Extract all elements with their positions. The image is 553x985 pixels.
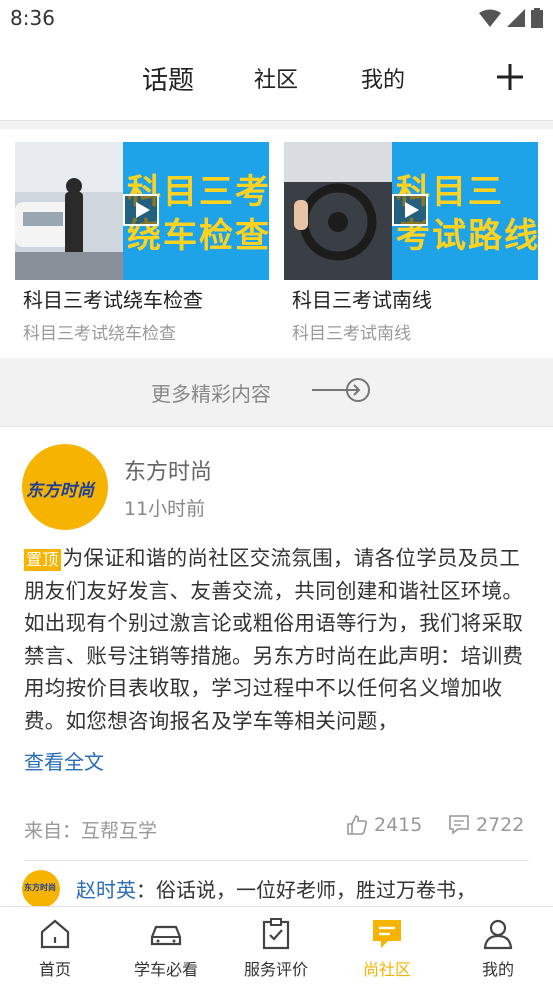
video-title[interactable]: 科目三考试南线 <box>284 284 538 313</box>
video-thumbnail[interactable]: 科目三考 绕车检查 <box>15 142 269 280</box>
person-icon <box>483 919 513 950</box>
reply-text: 赵时英：俗话说，一位好老师，胜过万卷书， <box>76 874 476 903</box>
video-card[interactable]: 科目三 考试路线 科目三考试南线 科目三考试南线 <box>284 142 538 344</box>
status-time: 8:36 <box>10 6 55 30</box>
arrow-right-circle-icon[interactable] <box>312 376 372 404</box>
nav-label: 首页 <box>38 960 71 979</box>
video-title[interactable]: 科目三考试绕车检查 <box>15 284 269 313</box>
play-icon[interactable] <box>392 194 428 226</box>
nav-learn[interactable]: 学车必看 <box>111 907 221 985</box>
divider <box>24 860 529 861</box>
reply-content: ：俗话说，一位好老师，胜过万卷书， <box>136 878 476 902</box>
post-author[interactable]: 东方时尚 <box>124 454 212 486</box>
post-time: 11小时前 <box>124 498 206 520</box>
video-row: 科目三考 绕车检查 科目三考试绕车检查 科目三考试绕车检查 科目三 考试路线 科目三… <box>0 129 553 357</box>
top-nav: 话题 社区 我的 <box>0 40 553 121</box>
comment-icon <box>449 815 469 835</box>
reply-item[interactable]: 东方时尚 赵时英：俗话说，一位好老师，胜过万卷书， <box>22 868 532 908</box>
tab-community[interactable]: 社区 <box>254 62 298 94</box>
read-more-link[interactable]: 查看全文 <box>24 746 104 775</box>
like-button[interactable]: 2415 <box>346 814 422 836</box>
more-content-bar[interactable]: 更多精彩内容 <box>0 358 553 427</box>
status-icons <box>479 8 543 28</box>
video-card[interactable]: 科目三考 绕车检查 科目三考试绕车检查 科目三考试绕车检查 <box>15 142 269 344</box>
nav-label: 我的 <box>481 960 514 979</box>
nav-label: 服务评价 <box>243 960 308 979</box>
bottom-nav: 首页 学车必看 服务评价 尚社区 我的 <box>0 906 553 985</box>
avatar[interactable]: 东方时尚 <box>22 444 108 530</box>
nav-home[interactable]: 首页 <box>0 907 110 985</box>
signal-icon <box>507 9 525 27</box>
video-subtitle: 科目三考试南线 <box>292 324 411 344</box>
car-icon <box>150 925 182 946</box>
status-bar: 8:36 <box>0 0 553 38</box>
tab-topics[interactable]: 话题 <box>142 60 194 97</box>
wifi-icon <box>479 9 501 27</box>
reply-author[interactable]: 赵时英 <box>76 878 136 902</box>
play-icon[interactable] <box>123 194 159 226</box>
clipboard-check-icon <box>262 918 290 950</box>
video-subtitle: 科目三考试绕车检查 <box>23 324 176 344</box>
comment-button[interactable]: 2722 <box>448 814 524 836</box>
reply-avatar[interactable]: 东方时尚 <box>22 870 60 908</box>
battery-icon <box>531 8 543 28</box>
reply-avatar-logo: 东方时尚 <box>24 883 56 892</box>
home-icon <box>40 919 70 949</box>
avatar-logo: 东方时尚 <box>26 481 94 501</box>
thumbs-up-icon <box>347 815 368 835</box>
tab-mine[interactable]: 我的 <box>361 62 405 94</box>
nav-community[interactable]: 尚社区 <box>332 907 442 985</box>
post-text: 为保证和谐的尚社区交流氛围，请各位学员及员工朋友们友好发言、友善交流，共同创建和… <box>24 546 524 733</box>
nav-profile[interactable]: 我的 <box>443 907 553 985</box>
plus-icon[interactable] <box>495 62 525 92</box>
comment-count: 2722 <box>476 814 525 836</box>
car-photo <box>15 142 123 280</box>
video-thumbnail[interactable]: 科目三 考试路线 <box>284 142 538 280</box>
nav-label: 尚社区 <box>362 960 411 979</box>
divider <box>0 121 553 129</box>
more-content-label[interactable]: 更多精彩内容 <box>151 378 271 407</box>
post-source: 来自：互帮互学 <box>24 820 158 842</box>
like-count: 2415 <box>374 814 423 836</box>
post-body[interactable]: 置顶 为保证和谐的尚社区交流氛围，请各位学员及员工朋友们友好发言、友善交流，共同创… <box>24 542 529 737</box>
nav-rating[interactable]: 服务评价 <box>221 907 331 985</box>
chat-icon <box>373 920 401 948</box>
nav-label: 学车必看 <box>133 960 198 979</box>
pinned-badge: 置顶 <box>24 549 61 571</box>
steering-photo <box>284 142 392 280</box>
